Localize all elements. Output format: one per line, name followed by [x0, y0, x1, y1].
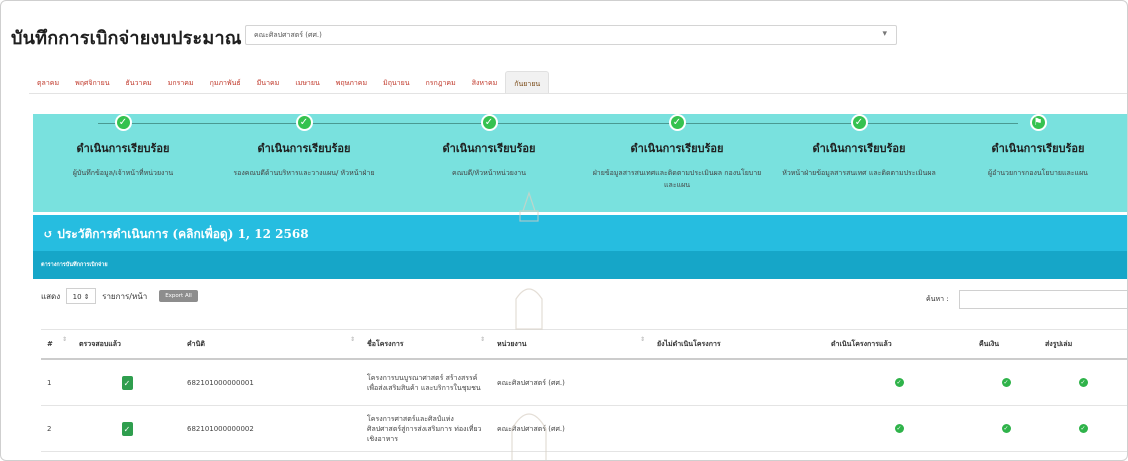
check-circle-icon: ✓	[480, 114, 498, 131]
column-header[interactable]: คำนิติ ⇕	[181, 329, 361, 360]
history-label: ประวัติการดำเนินการ (คลิกเพื่อดู) 1, 12 …	[57, 227, 309, 241]
tab-month[interactable]: ธันวาคม	[118, 71, 160, 93]
column-header[interactable]: ดำเนินโครงการแล้ว	[825, 329, 973, 360]
check-circle-icon: ✓	[668, 114, 686, 131]
page-length-select[interactable]: 10 ⇕	[66, 288, 97, 304]
column-header[interactable]: ส่งรูปเล่ม	[1039, 329, 1127, 360]
report-cell: ✓	[1039, 359, 1127, 406]
verified-cell: ✓	[73, 359, 181, 406]
tab-month[interactable]: พฤษภาคม	[328, 71, 375, 93]
check-circle-icon: ✓	[114, 114, 132, 131]
step-4: ✓ ดำเนินการเรียบร้อย ฝ่ายข้อมูลสารสนเทศแ…	[592, 114, 762, 191]
step-3: ✓ ดำเนินการเรียบร้อย คณบดี/หัวหน้าหน่วยง…	[404, 114, 574, 179]
page-frame: บันทึกการเบิกจ่ายงบประมาณ คณะศิลปศาสตร์ …	[0, 0, 1128, 461]
step-status: ดำเนินการเรียบร้อย	[257, 142, 351, 155]
export-all-button[interactable]: Export All	[159, 290, 198, 302]
column-header[interactable]: ยังไม่ดำเนินโครงการ	[651, 329, 825, 360]
step-role: ผู้บันทึกข้อมูล/เจ้าหน้าที่หน่วยงาน	[72, 169, 174, 177]
refund-cell: ✓	[973, 405, 1039, 452]
table-row[interactable]: 2 ✓ 682101000000002 โครงการศาสตร์และศิลป…	[41, 405, 1127, 452]
tab-month[interactable]: มกราคม	[160, 71, 202, 93]
column-header[interactable]: ตรวจสอบแล้ว	[73, 329, 181, 360]
column-header[interactable]: # ⇕	[41, 329, 73, 360]
table-controls: แสดง 10 ⇕ รายการ/หน้า Export All	[41, 288, 198, 304]
column-header[interactable]: หน่วยงาน ⇕	[491, 329, 651, 360]
step-status: ดำเนินการเรียบร้อย	[991, 142, 1085, 155]
step-role: หัวหน้าฝ่ายข้อมูลสารสนเทศ และติดตามประเม…	[782, 169, 936, 177]
table-row[interactable]: 1 ✓ 682101000000001 โครงการบนบูรณาศาสตร์…	[41, 359, 1127, 406]
column-header[interactable]: ชื่อโครงการ ⇕	[361, 329, 491, 360]
table-section-header: ตารางการบันทึกการเบิกจ่าย	[33, 251, 1127, 279]
history-icon: ↺	[43, 227, 58, 241]
unit-cell: คณะศิลปศาสตร์ (ศศ.)	[491, 359, 651, 406]
check-circle-icon: ✓	[1078, 424, 1088, 433]
page-header: บันทึกการเบิกจ่ายงบประมาณ	[11, 23, 242, 51]
check-circle-icon: ✓	[1001, 424, 1011, 433]
refund-cell: ✓	[973, 359, 1039, 406]
faculty-select-value: คณะศิลปศาสตร์ (ศศ.)	[254, 31, 322, 39]
tab-month[interactable]: มิถุนายน	[375, 71, 417, 93]
chevron-down-icon: ▾	[882, 29, 887, 39]
code-cell: 682101000000001	[181, 359, 361, 406]
project-cell: โครงการบนบูรณาศาสตร์ สร้างสรรค์เพื่อส่งเ…	[361, 359, 491, 406]
row-number: 1	[41, 359, 73, 406]
search-input[interactable]	[959, 290, 1127, 309]
tab-month-active[interactable]: กันยายน	[505, 71, 550, 94]
clipboard-check-icon: ✓	[121, 421, 133, 436]
tab-month[interactable]: สิงหาคม	[464, 71, 506, 93]
tab-month[interactable]: เมษายน	[287, 71, 327, 93]
done-cell: ✓	[825, 359, 973, 406]
check-circle-icon: ✓	[894, 378, 904, 387]
unit-cell: คณะศิลปศาสตร์ (ศศ.)	[491, 405, 651, 452]
project-cell: โครงการศาสตร์และศิลป์แห่ง ศิลปศาสตร์สู่ก…	[361, 405, 491, 452]
tab-divider	[29, 93, 1127, 94]
step-status: ดำเนินการเรียบร้อย	[630, 142, 724, 155]
step-role: คณบดี/หัวหน้าหน่วยงาน	[452, 169, 526, 177]
history-toggle[interactable]: ↺ ประวัติการดำเนินการ (คลิกเพื่อดู) 1, 1…	[33, 215, 1127, 251]
clipboard-check-icon: ✓	[121, 375, 133, 390]
disbursement-table: # ⇕ ตรวจสอบแล้ว คำนิติ ⇕ ชื่อโครงการ ⇕ หน่ว…	[41, 329, 1127, 452]
tab-month[interactable]: พฤศจิกายน	[67, 71, 117, 93]
per-page-label: รายการ/หน้า	[102, 291, 148, 301]
column-header[interactable]: คืนเงิน	[973, 329, 1039, 360]
not-started-cell	[651, 359, 825, 406]
check-circle-icon: ✓	[850, 114, 868, 131]
done-cell: ✓	[825, 405, 973, 452]
page-title: บันทึกการเบิกจ่ายงบประมาณ	[11, 27, 242, 49]
flag-icon: ⚑	[1029, 114, 1047, 131]
tab-month[interactable]: กรกฎาคม	[418, 71, 464, 93]
tab-month[interactable]: มีนาคม	[249, 71, 288, 93]
table-header-row: # ⇕ ตรวจสอบแล้ว คำนิติ ⇕ ชื่อโครงการ ⇕ หน่ว…	[41, 329, 1127, 360]
tab-month[interactable]: ตุลาคม	[29, 71, 67, 93]
show-label: แสดง	[41, 291, 61, 301]
tab-month[interactable]: กุมภาพันธ์	[202, 71, 249, 93]
step-role: ฝ่ายข้อมูลสารสนเทศและติดตามประเมินผล กอง…	[592, 169, 762, 189]
row-number: 2	[41, 405, 73, 452]
month-tabs: ตุลาคม พฤศจิกายน ธันวาคม มกราคม กุมภาพัน…	[29, 71, 550, 94]
code-cell: 682101000000002	[181, 405, 361, 452]
step-status: ดำเนินการเรียบร้อย	[76, 142, 170, 155]
not-started-cell	[651, 405, 825, 452]
step-status: ดำเนินการเรียบร้อย	[812, 142, 906, 155]
search-label: ค้นหา :	[926, 295, 949, 303]
step-6: ⚑ ดำเนินการเรียบร้อย ผู้อำนวยการกองนโยบา…	[953, 114, 1123, 179]
report-cell: ✓	[1039, 405, 1127, 452]
check-circle-icon: ✓	[1078, 378, 1088, 387]
page-length-value: 10	[72, 293, 82, 301]
step-role: รองคณบดีด้านบริหารและวางแผน/ หัวหน้าฝ่าย	[233, 169, 375, 177]
step-2: ✓ ดำเนินการเรียบร้อย รองคณบดีด้านบริหารแ…	[219, 114, 389, 179]
check-circle-icon: ✓	[1001, 378, 1011, 387]
check-circle-icon: ✓	[295, 114, 313, 131]
table-section-title: ตารางการบันทึกการเบิกจ่าย	[41, 262, 108, 268]
verified-cell: ✓	[73, 405, 181, 452]
faculty-select[interactable]: คณะศิลปศาสตร์ (ศศ.) ▾	[245, 25, 897, 45]
step-role: ผู้อำนวยการกองนโยบายและแผน	[988, 169, 1088, 177]
step-1: ✓ ดำเนินการเรียบร้อย ผู้บันทึกข้อมูล/เจ้…	[38, 114, 208, 179]
step-status: ดำเนินการเรียบร้อย	[442, 142, 536, 155]
check-circle-icon: ✓	[894, 424, 904, 433]
step-5: ✓ ดำเนินการเรียบร้อย หัวหน้าฝ่ายข้อมูลสา…	[774, 114, 944, 179]
